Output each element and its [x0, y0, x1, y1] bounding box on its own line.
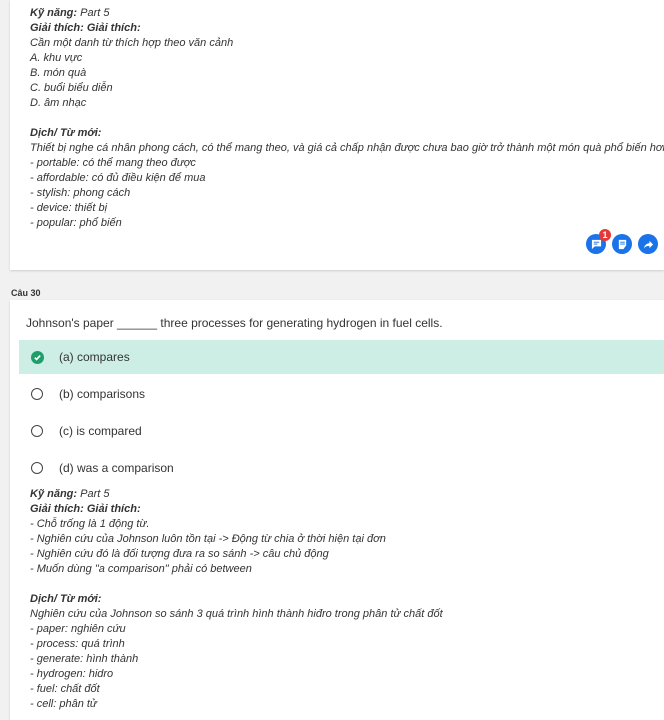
- radio-button-icon[interactable]: [31, 462, 43, 474]
- explanation-line: - stylish: phong cách: [30, 187, 131, 199]
- explanation-line: Giải thích: Giải thích:: [30, 503, 141, 515]
- explanation-line: Nghiên cứu của Johnson so sánh 3 quá trì…: [30, 608, 443, 620]
- explanation-line: - generate: hình thành: [30, 653, 139, 665]
- explanation-line: - Nghiên cứu đó là đối tượng đưa ra so s…: [30, 548, 329, 560]
- explanation-line: Dịch/ Từ mới:: [30, 593, 102, 605]
- note-button[interactable]: [612, 234, 632, 254]
- explanation-line: C. buổi biểu diễn: [30, 82, 113, 94]
- explanation-line: - process: quá trình: [30, 638, 125, 650]
- explanation-line: D. âm nhạc: [30, 97, 87, 109]
- explanation-block: Kỹ năng: Part 5 Giải thích: Giải thích: - …: [30, 487, 644, 712]
- explanation-line: - portable: có thể mang theo được: [30, 157, 196, 169]
- explanation-line: - fuel: chất đốt: [30, 683, 100, 695]
- answer-option-b[interactable]: (b) comparisons: [19, 377, 664, 411]
- share-button[interactable]: [638, 234, 658, 254]
- answer-option-d[interactable]: (d) was a comparison: [19, 451, 664, 485]
- explanation-line: - Chỗ trống là 1 động từ.: [30, 518, 150, 530]
- explanation-line: Kỹ năng: Part 5: [30, 488, 110, 500]
- explanation-line: B. món quà: [30, 67, 87, 79]
- explanation-line: [30, 577, 644, 592]
- card-actions: 1: [586, 229, 658, 254]
- note-icon: [618, 239, 626, 249]
- explanation-line: A. khu vực: [30, 52, 83, 64]
- explanation-line: - cell: phân tử: [30, 698, 97, 710]
- explanation-line: [30, 111, 644, 126]
- explanation-line: Kỹ năng: Part 5: [30, 7, 110, 19]
- answer-option-c[interactable]: (c) is compared: [19, 414, 664, 448]
- explanation-block: Kỹ năng: Part 5 Giải thích: Giải thích: Cầ…: [30, 6, 664, 231]
- answer-option-label: (c) is compared: [59, 424, 142, 438]
- previous-question-explanation-card: Kỹ năng: Part 5 Giải thích: Giải thích: Cầ…: [10, 0, 664, 270]
- answer-option-label: (b) comparisons: [59, 387, 146, 401]
- radio-button-icon[interactable]: [31, 425, 43, 437]
- comment-count-badge: 1: [599, 229, 611, 241]
- explanation-line: - popular: phổ biến: [30, 217, 122, 229]
- explanation-line: - paper: nghiên cứu: [30, 623, 126, 635]
- explanation-line: Thiết bị nghe cá nhân phong cách, có thể…: [30, 142, 664, 154]
- question-text: Johnson's paper ______ three processes f…: [26, 316, 443, 330]
- check-circle-icon: [31, 350, 44, 364]
- comment-icon: [591, 239, 601, 249]
- explanation-line: Dịch/ Từ mới:: [30, 127, 102, 139]
- explanation-line: Cần một danh từ thích hợp theo văn cảnh: [30, 37, 234, 49]
- answer-option-label: (a) compares: [59, 350, 130, 364]
- explanation-line: Giải thích: Giải thích:: [30, 22, 141, 34]
- explanation-line: - hydrogen: hidro: [30, 668, 114, 680]
- radio-button-icon[interactable]: [31, 388, 43, 400]
- answer-option-a[interactable]: (a) compares: [19, 340, 664, 374]
- explanation-line: - Nghiên cứu của Johnson luôn tồn tại ->…: [30, 533, 386, 545]
- comment-button[interactable]: 1: [586, 229, 611, 254]
- share-arrow-icon: [643, 240, 653, 249]
- explanation-line: - Muốn dùng "a comparison" phải có betwe…: [30, 563, 252, 575]
- answer-option-label: (d) was a comparison: [59, 461, 174, 475]
- explanation-line: - affordable: có đủ điều kiện để mua: [30, 172, 206, 184]
- explanation-line: - device: thiết bị: [30, 202, 108, 214]
- question-number-label: Câu 30: [11, 288, 41, 298]
- question-card: Johnson's paper ______ three processes f…: [10, 300, 664, 720]
